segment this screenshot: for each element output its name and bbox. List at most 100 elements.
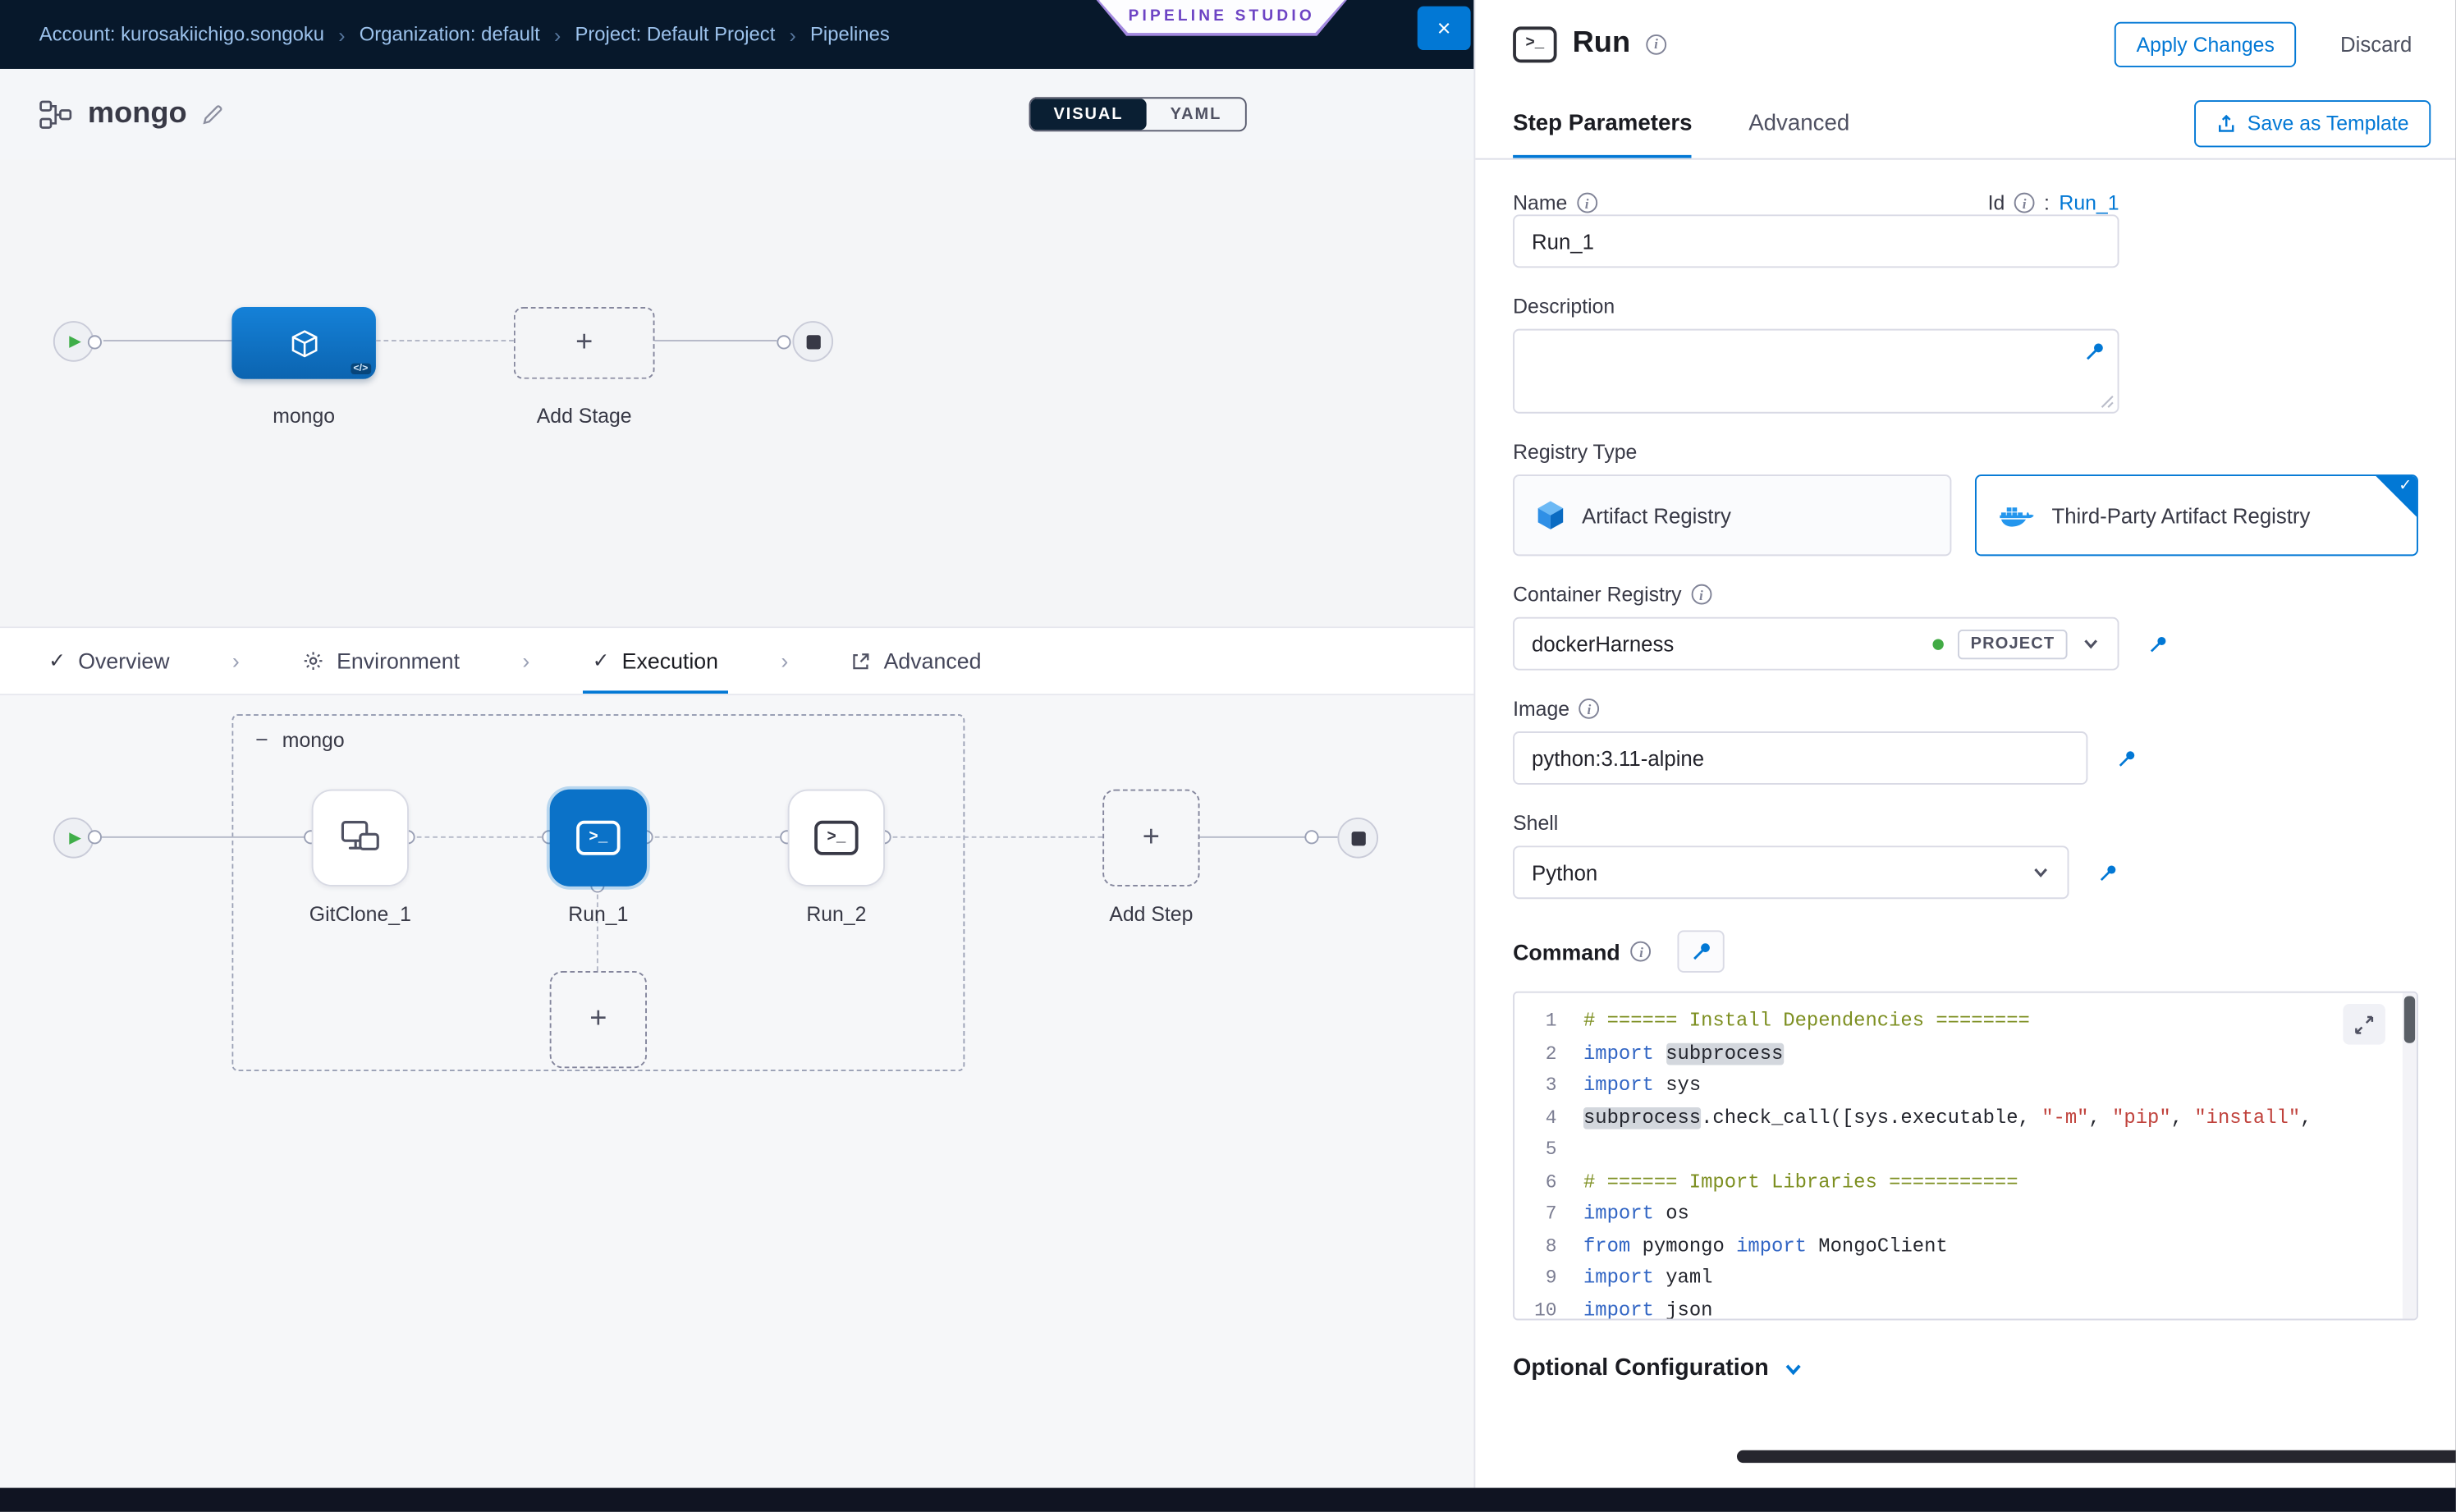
breadcrumb-separator-icon: › bbox=[338, 23, 345, 47]
toggle-yaml[interactable]: YAML bbox=[1147, 99, 1245, 130]
panel-title: Run bbox=[1573, 26, 1630, 61]
pin-button[interactable] bbox=[2087, 852, 2128, 893]
command-label: Command bbox=[1513, 939, 1620, 964]
terminal-icon: >_ bbox=[576, 821, 620, 855]
add-step-label: Add Step bbox=[1054, 902, 1249, 926]
registry-option-third-party[interactable]: Third-Party Artifact Registry ✓ bbox=[1975, 474, 2418, 556]
pin-button[interactable] bbox=[2138, 623, 2179, 664]
step-id: Id i : Run_1 bbox=[1988, 191, 2119, 215]
shell-select[interactable]: Python bbox=[1513, 845, 2069, 899]
collapse-group-button[interactable]: − bbox=[255, 726, 268, 752]
breadcrumb-account[interactable]: Account: kurosakiichigo.songoku bbox=[39, 24, 324, 46]
step-node-run2[interactable]: >_ bbox=[788, 790, 885, 887]
code-line[interactable]: 9import yaml bbox=[1514, 1262, 2417, 1294]
tab-execution[interactable]: ✓ Execution bbox=[583, 628, 727, 694]
stage-cube-icon bbox=[289, 328, 318, 358]
close-button[interactable]: × bbox=[1418, 7, 1471, 50]
breadcrumb-project[interactable]: Project: Default Project bbox=[575, 24, 775, 46]
command-editor[interactable]: 1# ====== Install Dependencies ========2… bbox=[1513, 992, 2418, 1321]
connector-line bbox=[647, 836, 788, 838]
connector-line bbox=[885, 836, 1102, 838]
panel-header: >_ Run i Apply Changes Discard bbox=[1475, 0, 2455, 88]
code-line[interactable]: 4subprocess.check_call([sys.executable, … bbox=[1514, 1102, 2417, 1134]
git-clone-icon bbox=[340, 819, 381, 857]
registry-option-artifact[interactable]: Artifact Registry bbox=[1513, 474, 1951, 556]
step-node-gitclone[interactable] bbox=[312, 790, 409, 887]
description-input[interactable] bbox=[1513, 329, 2119, 414]
code-badge-icon: </> bbox=[351, 364, 372, 374]
save-as-template-label: Save as Template bbox=[2248, 111, 2409, 135]
description-label: Description bbox=[1513, 295, 2418, 318]
connector-dot bbox=[88, 830, 102, 844]
expand-editor-button[interactable] bbox=[2343, 1004, 2385, 1045]
breadcrumb-pipelines[interactable]: Pipelines bbox=[810, 24, 890, 46]
optional-configuration-toggle[interactable]: Optional Configuration bbox=[1513, 1354, 2418, 1381]
resize-handle[interactable] bbox=[2101, 395, 2115, 409]
command-pin-button[interactable] bbox=[1678, 930, 1725, 973]
id-value-link[interactable]: Run_1 bbox=[2059, 191, 2119, 215]
tab-separator-icon: › bbox=[522, 648, 529, 674]
pin-button[interactable] bbox=[2106, 738, 2147, 779]
plus-icon: + bbox=[589, 1002, 607, 1037]
add-stage-button[interactable]: + bbox=[514, 307, 655, 379]
stage-node-mongo[interactable]: </> bbox=[231, 307, 376, 379]
add-step-button[interactable]: + bbox=[1102, 790, 1199, 887]
play-icon: ▶ bbox=[69, 332, 81, 350]
artifact-registry-cube-icon bbox=[1537, 500, 1565, 531]
tab-environment[interactable]: Environment bbox=[293, 628, 470, 694]
pin-icon[interactable] bbox=[2083, 340, 2107, 364]
editor-scrollbar-thumb[interactable] bbox=[2404, 996, 2415, 1042]
main-area: Account: kurosakiichigo.songoku › Organi… bbox=[0, 0, 1473, 1488]
tab-overview[interactable]: ✓ Overview bbox=[39, 628, 179, 694]
code-line[interactable]: 10import json bbox=[1514, 1294, 2417, 1320]
step-label-run1: Run_1 bbox=[502, 902, 696, 926]
save-as-template-button[interactable]: Save as Template bbox=[2194, 99, 2431, 146]
add-step-below-button[interactable]: + bbox=[550, 971, 647, 1068]
tab-advanced[interactable]: Advanced bbox=[841, 628, 991, 694]
breadcrumb-separator-icon: › bbox=[790, 23, 796, 47]
info-icon[interactable]: i bbox=[1577, 193, 1597, 213]
close-icon: × bbox=[1437, 15, 1451, 41]
breadcrumb: Account: kurosakiichigo.songoku › Organi… bbox=[39, 23, 890, 47]
name-input[interactable]: Run_1 bbox=[1513, 214, 2119, 268]
apply-changes-button[interactable]: Apply Changes bbox=[2115, 21, 2297, 66]
add-stage-label: Add Stage bbox=[514, 404, 655, 428]
image-input[interactable]: python:3.11-alpine bbox=[1513, 731, 2087, 785]
scrollbar-thumb[interactable] bbox=[1737, 1450, 2456, 1463]
check-icon: ✓ bbox=[48, 648, 66, 674]
breadcrumb-organization[interactable]: Organization: default bbox=[360, 24, 540, 46]
code-line[interactable]: 6# ====== Import Libraries =========== bbox=[1514, 1166, 2417, 1198]
code-line[interactable]: 8from pymongo import MongoClient bbox=[1514, 1230, 2417, 1262]
registry-option-label: Third-Party Artifact Registry bbox=[2051, 503, 2310, 527]
terminal-icon: >_ bbox=[814, 821, 858, 855]
info-icon[interactable]: i bbox=[2014, 193, 2035, 213]
edit-pencil-icon[interactable] bbox=[203, 103, 225, 126]
info-icon[interactable]: i bbox=[1631, 942, 1652, 962]
tab-advanced-panel[interactable]: Advanced bbox=[1748, 88, 1849, 158]
advanced-launch-icon bbox=[851, 651, 872, 671]
stage-graph-canvas: ▶ </> mongo + Add Stage bbox=[0, 160, 1473, 627]
code-line[interactable]: 5 bbox=[1514, 1134, 2417, 1166]
step-label-gitclone: GitClone_1 bbox=[263, 902, 458, 926]
code-line[interactable]: 7import os bbox=[1514, 1198, 2417, 1230]
code-line[interactable]: 1# ====== Install Dependencies ======== bbox=[1514, 1006, 2417, 1038]
tab-step-parameters[interactable]: Step Parameters bbox=[1513, 88, 1692, 158]
toggle-visual[interactable]: VISUAL bbox=[1030, 99, 1147, 130]
info-icon[interactable]: i bbox=[1691, 584, 1711, 605]
plus-icon: + bbox=[575, 326, 593, 360]
code-line[interactable]: 3import sys bbox=[1514, 1070, 2417, 1102]
tab-environment-label: Environment bbox=[337, 648, 460, 674]
command-editor-lines: 1# ====== Install Dependencies ========2… bbox=[1514, 1006, 2417, 1321]
info-icon[interactable]: i bbox=[1646, 34, 1666, 54]
chevron-down-icon bbox=[1783, 1357, 1805, 1379]
step-node-run1-selected[interactable]: >_ bbox=[550, 790, 647, 887]
pipeline-studio-screen: Account: kurosakiichigo.songoku › Organi… bbox=[0, 0, 2456, 1511]
step-config-panel: >_ Run i Apply Changes Discard Step Para… bbox=[1473, 0, 2455, 1488]
connector-dot bbox=[1304, 830, 1318, 844]
connector-line bbox=[655, 340, 777, 341]
code-line[interactable]: 2import subprocess bbox=[1514, 1038, 2417, 1070]
container-registry-select[interactable]: dockerHarness PROJECT bbox=[1513, 617, 2119, 671]
discard-button[interactable]: Discard bbox=[2331, 30, 2422, 57]
info-icon[interactable]: i bbox=[1579, 699, 1600, 719]
check-icon: ✓ bbox=[593, 648, 610, 674]
